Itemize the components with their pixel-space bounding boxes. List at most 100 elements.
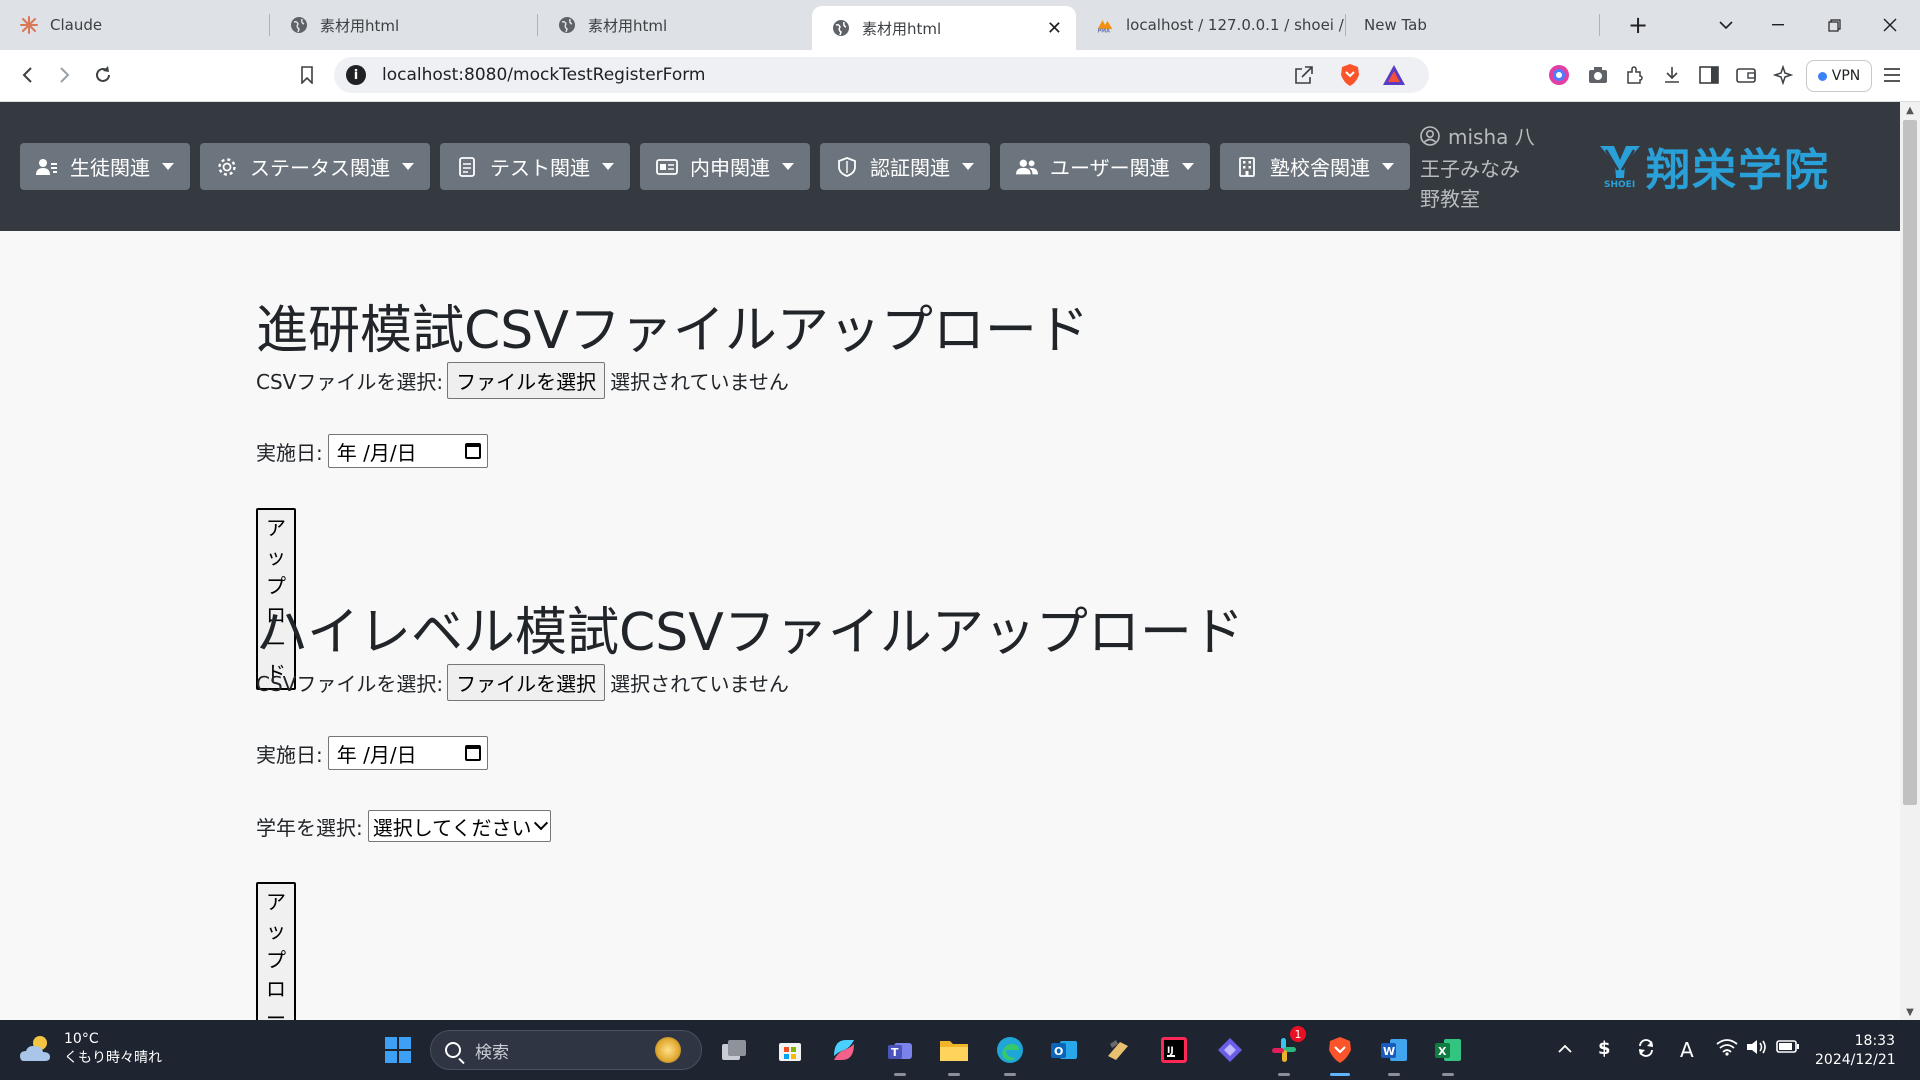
microsoft-store-icon[interactable]: [772, 1032, 808, 1068]
forward-icon[interactable]: [50, 60, 80, 90]
download-icon[interactable]: [1660, 63, 1684, 87]
globe-icon: [290, 16, 308, 34]
color-picker-extension-icon[interactable]: [1547, 63, 1571, 87]
weather-desc: くもり時々晴れ: [64, 1050, 162, 1066]
site-info-icon[interactable]: i: [346, 65, 366, 85]
address-toolbar: i localhost:8080/mockTestRegisterForm VP…: [0, 50, 1920, 102]
nav-student-dropdown[interactable]: 生徒関連: [20, 143, 190, 190]
tab-search-chevron-icon[interactable]: [1698, 0, 1754, 50]
vpn-button[interactable]: VPN: [1806, 60, 1872, 92]
power-automate-icon[interactable]: [1212, 1032, 1248, 1068]
reload-icon[interactable]: [88, 60, 118, 90]
highlevel-section-title: ハイレベル模試CSVファイルアップロード: [256, 603, 1244, 663]
share-icon[interactable]: [1293, 64, 1315, 90]
page-scrollbar[interactable]: ▲ ▼: [1900, 102, 1920, 1020]
nav-naishin-dropdown[interactable]: 内申関連: [640, 143, 810, 190]
scrollbar-thumb[interactable]: [1903, 120, 1917, 805]
building-icon: [1236, 156, 1258, 177]
date-placeholder: 年 /月/日: [336, 742, 417, 767]
edge-icon[interactable]: [992, 1032, 1028, 1076]
windows-start-icon[interactable]: [380, 1032, 416, 1068]
tab-separator: [1599, 14, 1600, 36]
user-circle-icon: [1420, 124, 1440, 154]
globe-icon: [832, 19, 850, 37]
calendar-icon[interactable]: [464, 745, 481, 761]
phpmyadmin-icon: PMA: [1096, 16, 1114, 34]
tab-claude[interactable]: Claude: [0, 0, 270, 50]
brave-shield-icon[interactable]: [1338, 63, 1362, 87]
ime-indicator[interactable]: A: [1680, 1038, 1694, 1062]
nav-test-dropdown[interactable]: テスト関連: [440, 143, 630, 190]
teams-icon[interactable]: T: [882, 1032, 918, 1076]
tab-sozai-1[interactable]: 素材用html: [270, 0, 538, 50]
caret-down-icon: [1181, 163, 1194, 170]
highlevel-file-button[interactable]: ファイルを選択: [447, 664, 606, 701]
file-explorer-icon[interactable]: [936, 1032, 972, 1076]
caret-down-icon: [782, 163, 794, 170]
partly-cloudy-icon: [18, 1033, 54, 1065]
nav-auth-dropdown[interactable]: 認証関連: [820, 143, 990, 190]
shinken-section-title: 進研模試CSVファイルアップロード: [256, 301, 1089, 361]
intellij-icon[interactable]: IJ: [1156, 1032, 1192, 1068]
close-tab-icon[interactable]: ✕: [1047, 18, 1062, 39]
word-icon[interactable]: W: [1376, 1032, 1412, 1076]
search-placeholder: 検索: [475, 1042, 509, 1063]
brave-browser-icon[interactable]: [1322, 1032, 1358, 1076]
tool-app-icon[interactable]: [1100, 1032, 1136, 1068]
camera-icon[interactable]: [1586, 63, 1610, 87]
menu-icon[interactable]: [1880, 63, 1904, 87]
volume-icon[interactable]: [1746, 1038, 1768, 1061]
file-label: CSVファイルを選択:: [256, 672, 444, 696]
shinken-file-row: CSVファイルを選択: ファイルを選択 選択されていません: [256, 362, 789, 399]
tab-sozai-2[interactable]: 素材用html: [538, 0, 806, 50]
dollar-app-tray-icon[interactable]: $: [1598, 1038, 1611, 1059]
excel-icon[interactable]: X: [1430, 1032, 1466, 1076]
url-text[interactable]: localhost:8080/mockTestRegisterForm: [382, 65, 705, 85]
tray-overflow-chevron-icon[interactable]: [1558, 1038, 1572, 1059]
slack-icon[interactable]: 1: [1266, 1026, 1306, 1076]
tab-phpmyadmin[interactable]: PMA localhost / 127.0.0.1 / shoei / re: [1076, 0, 1346, 50]
sync-tray-icon[interactable]: [1636, 1038, 1656, 1063]
outlook-icon[interactable]: O: [1046, 1032, 1082, 1068]
battery-icon[interactable]: [1776, 1038, 1800, 1059]
grade-select[interactable]: 選択してください: [367, 810, 551, 842]
sidebar-toggle-icon[interactable]: [1697, 63, 1721, 87]
shinken-file-button[interactable]: ファイルを選択: [447, 362, 606, 399]
address-bar[interactable]: i localhost:8080/mockTestRegisterForm: [334, 57, 1429, 93]
system-clock[interactable]: 18:33 2024/12/21: [1815, 1032, 1896, 1070]
vpn-status-icon: [1817, 71, 1827, 81]
nav-item-label: 生徒関連: [70, 156, 150, 180]
clock-time: 18:33: [1854, 1033, 1895, 1049]
grade-label: 学年を選択:: [256, 815, 363, 840]
tab-new-tab[interactable]: New Tab: [1346, 0, 1600, 50]
copilot-icon[interactable]: [826, 1032, 862, 1068]
task-view-icon[interactable]: [716, 1032, 752, 1068]
back-icon[interactable]: [12, 60, 42, 90]
leo-ai-icon[interactable]: [1771, 63, 1795, 87]
scroll-down-arrow-icon[interactable]: ▼: [1900, 1004, 1920, 1020]
date-label: 実施日:: [256, 440, 323, 465]
wifi-icon[interactable]: [1716, 1038, 1738, 1061]
shinken-date-row: 実施日: 年 /月/日: [256, 434, 488, 468]
calendar-icon[interactable]: [464, 443, 481, 459]
svg-text:IJ: IJ: [1167, 1046, 1174, 1056]
restore-icon[interactable]: [1806, 0, 1862, 50]
weather-widget[interactable]: 10°C くもり時々晴れ: [18, 1030, 162, 1068]
minimize-icon[interactable]: [1750, 0, 1806, 50]
close-window-icon[interactable]: [1862, 0, 1918, 50]
wallet-icon[interactable]: [1734, 63, 1758, 87]
taskbar-search[interactable]: 検索: [430, 1030, 702, 1070]
highlevel-date-input[interactable]: 年 /月/日: [327, 736, 488, 770]
new-tab-button[interactable]: +: [1610, 0, 1666, 50]
tab-sozai-active[interactable]: 素材用html ✕: [812, 6, 1076, 50]
extensions-puzzle-icon[interactable]: [1623, 63, 1647, 87]
highlevel-date-row: 実施日: 年 /月/日: [256, 736, 488, 770]
running-indicator: [948, 1073, 960, 1076]
nav-user-dropdown[interactable]: ユーザー関連: [1000, 143, 1210, 190]
scroll-up-arrow-icon[interactable]: ▲: [1900, 102, 1920, 118]
shinken-date-input[interactable]: 年 /月/日: [327, 434, 488, 468]
nav-school-dropdown[interactable]: 塾校舎関連: [1220, 143, 1410, 190]
bookmark-icon[interactable]: [292, 60, 322, 90]
nav-status-dropdown[interactable]: ステータス関連: [200, 143, 430, 190]
brave-rewards-icon[interactable]: [1382, 63, 1406, 87]
